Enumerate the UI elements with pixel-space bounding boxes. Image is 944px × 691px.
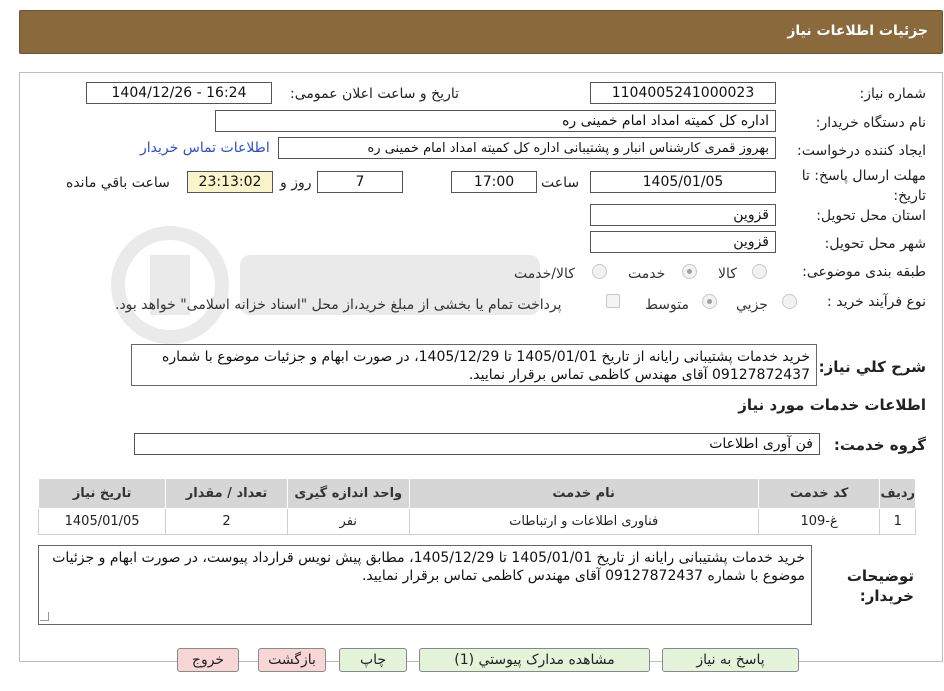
- category-label: طبقه بندی موضوعی:: [802, 264, 926, 280]
- deadline-date-field: 1405/01/05: [590, 171, 776, 193]
- exit-button[interactable]: خروج: [177, 648, 239, 672]
- buyer-org-label: نام دستگاه خریدار:: [815, 115, 926, 131]
- col-date-header: تاریخ نیاز: [37, 478, 167, 509]
- buyer-contact-link[interactable]: اطلاعات تماس خریدار: [140, 140, 270, 156]
- announce-label: تاریخ و ساعت اعلان عمومی:: [290, 86, 459, 102]
- process-medium-label: متوسط: [645, 297, 689, 313]
- buyer-notes-textarea[interactable]: خرید خدمات پشتیبانی رایانه از تاریخ 1405…: [38, 545, 812, 625]
- services-table: ردیف کد خدمت نام خدمت واحد اندازه گیری ت…: [37, 478, 916, 535]
- need-number-field: 1104005241000023: [590, 82, 776, 104]
- need-number-label: شماره نیاز:: [859, 86, 927, 102]
- cell-qty: 2: [165, 508, 288, 535]
- category-goods-radio[interactable]: [752, 264, 767, 279]
- col-unit-header: واحد اندازه گیری: [286, 478, 410, 509]
- description-label: شرح کلي نياز:: [818, 358, 926, 376]
- print-button[interactable]: چاپ: [339, 648, 407, 672]
- cell-code: غ-109: [757, 508, 881, 535]
- table-row: 1 غ-109 فناوری اطلاعات و ارتباطات نفر 2 …: [37, 508, 916, 535]
- cell-unit: نفر: [286, 508, 410, 535]
- buyer-org-field: اداره کل کمیته امداد امام خمینی ره: [215, 110, 776, 132]
- col-qty-header: تعداد / مقدار: [165, 478, 288, 509]
- category-service-label: خدمت: [628, 266, 666, 282]
- announce-field: 1404/12/26 - 16:24: [86, 82, 272, 104]
- deadline-label: مهلت ارسال پاسخ: تا تاریخ:: [801, 168, 926, 204]
- city-field: قزوین: [590, 231, 776, 253]
- remaining-time-field: 23:13:02: [187, 171, 273, 193]
- process-small-radio[interactable]: [782, 294, 797, 309]
- buyer-notes-text: خرید خدمات پشتیبانی رایانه از تاریخ 1405…: [52, 550, 805, 584]
- province-label: استان محل تحویل:: [816, 208, 926, 224]
- view-attachments-button[interactable]: مشاهده مدارک پیوستي (1): [419, 648, 650, 672]
- buyer-notes-label: توضیحات خریدار:: [846, 567, 914, 605]
- category-goods-label: کالا: [718, 266, 737, 282]
- category-both-label: کالا/خدمت: [514, 266, 575, 282]
- city-label: شهر محل تحویل:: [824, 236, 926, 252]
- description-textarea[interactable]: خرید خدمات پشتیبانی رایانه از تاریخ 1405…: [131, 344, 817, 386]
- table-header-row: ردیف کد خدمت نام خدمت واحد اندازه گیری ت…: [37, 478, 916, 509]
- col-row-header: ردیف: [879, 478, 916, 509]
- process-small-label: جزيي: [736, 297, 768, 313]
- category-both-radio[interactable]: [592, 264, 607, 279]
- days-field: 7: [317, 171, 403, 193]
- page-header: جزئیات اطلاعات نیاز: [19, 10, 943, 54]
- col-code-header: کد خدمت: [757, 478, 881, 509]
- remaining-label: ساعت باقي مانده: [66, 175, 170, 191]
- province-field: قزوین: [590, 204, 776, 226]
- creator-field: بهروز قمری کارشناس انبار و پشتیبانی ادار…: [278, 137, 776, 159]
- days-label: روز و: [280, 175, 312, 191]
- treasury-payment-checkbox[interactable]: [606, 294, 620, 308]
- back-button[interactable]: بازگشت: [258, 648, 326, 672]
- treasury-payment-note: پرداخت تمام یا بخشی از مبلغ خرید،از محل …: [115, 297, 562, 313]
- deadline-time-field: 17:00: [451, 171, 537, 193]
- cell-row: 1: [879, 508, 916, 535]
- category-service-radio[interactable]: [682, 264, 697, 279]
- process-medium-radio[interactable]: [702, 294, 717, 309]
- col-name-header: نام خدمت: [408, 478, 759, 509]
- resize-handle-icon[interactable]: [40, 612, 49, 621]
- watermark-logo-icon: [111, 226, 540, 344]
- cell-date: 1405/01/05: [37, 508, 167, 535]
- deadline-time-label: ساعت: [541, 175, 580, 191]
- services-section-title: اطلاعات خدمات مورد نیاز: [738, 396, 926, 414]
- cell-name: فناوری اطلاعات و ارتباطات: [408, 508, 759, 535]
- service-group-label: گروه خدمت:: [833, 436, 926, 454]
- page-title: جزئیات اطلاعات نیاز: [787, 23, 928, 39]
- reply-button[interactable]: پاسخ به نیاز: [662, 648, 799, 672]
- creator-label: ایجاد کننده درخواست:: [797, 143, 926, 159]
- process-label: نوع فرآیند خرید :: [827, 294, 926, 310]
- service-group-field: فن آوری اطلاعات: [134, 433, 820, 455]
